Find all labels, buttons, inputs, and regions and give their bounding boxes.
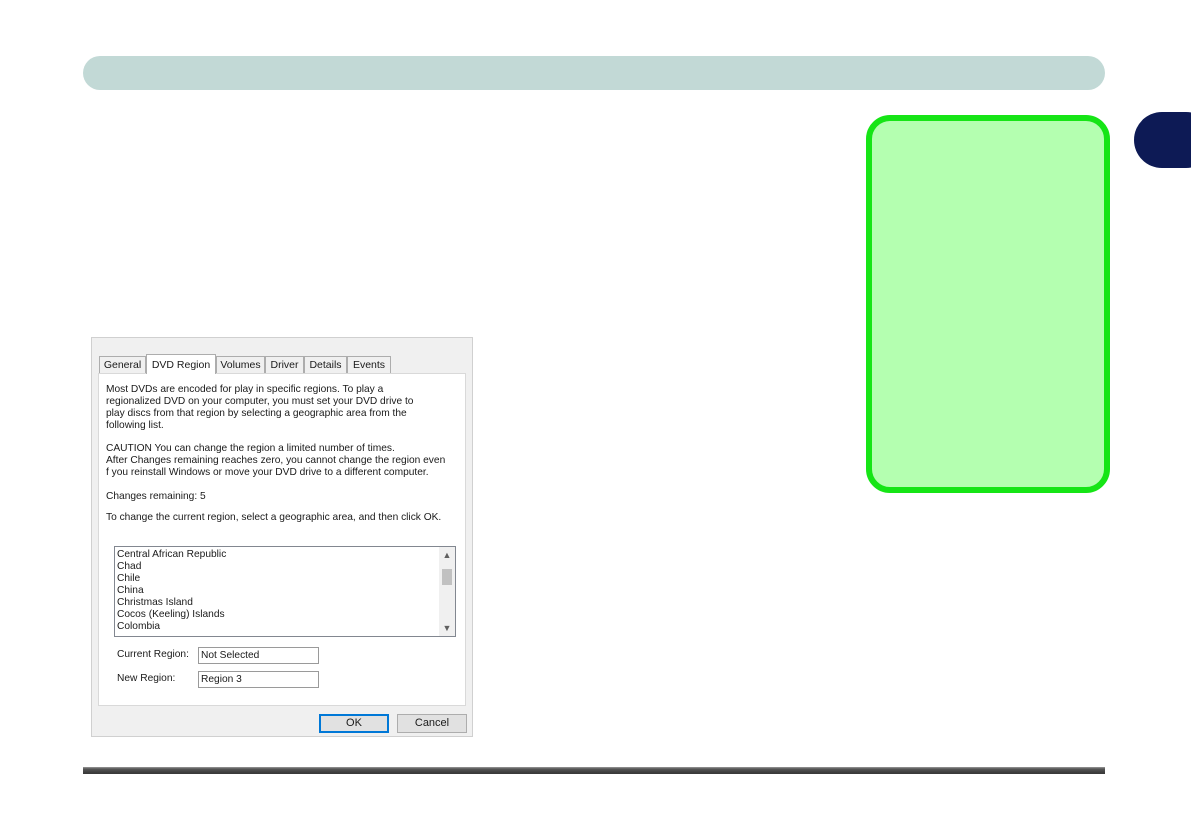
changes-remaining-text: Changes remaining: 5 [106,491,206,502]
tab-dvd-region[interactable]: DVD Region [146,354,216,374]
page-header-bar [83,56,1105,90]
dvd-properties-dialog: General DVD Region Volumes Driver Detail… [91,337,473,737]
region-listbox[interactable]: Central African Republic Chad Chile Chin… [114,546,456,637]
chevron-down-icon[interactable]: ▼ [439,620,455,636]
list-item[interactable]: Chad [117,561,226,573]
list-item[interactable]: Central African Republic [117,549,226,561]
dvd-region-panel: Most DVDs are encoded for play in specif… [98,373,466,706]
list-item[interactable]: Colombia [117,621,226,633]
list-item[interactable]: Cocos (Keeling) Islands [117,609,226,621]
instruction-text: To change the current region, select a g… [106,512,442,523]
list-item[interactable]: Chile [117,573,226,585]
scroll-thumb[interactable] [442,569,452,585]
new-region-field: Region 3 [198,671,319,688]
tab-driver[interactable]: Driver [265,356,304,373]
tab-volumes[interactable]: Volumes [216,356,265,373]
intro-text: Most DVDs are encoded for play in specif… [106,384,414,431]
caution-text: CAUTION You can change the region a limi… [106,443,446,478]
tab-details[interactable]: Details [304,356,347,373]
list-item[interactable]: Christmas Island [117,597,226,609]
cancel-button[interactable]: Cancel [397,714,467,733]
ok-button[interactable]: OK [319,714,389,733]
current-region-field: Not Selected [198,647,319,664]
dialog-title-fragment [92,338,472,341]
current-region-label: Current Region: [117,649,189,660]
tab-general[interactable]: General [99,356,146,373]
sidebar-note-box [866,115,1110,493]
footer-divider [83,767,1105,774]
chevron-up-icon[interactable]: ▲ [439,547,455,563]
chapter-tab [1134,112,1191,168]
list-scrollbar[interactable]: ▲ ▼ [439,547,455,636]
new-region-label: New Region: [117,673,176,684]
region-list: Central African Republic Chad Chile Chin… [117,549,226,633]
list-item[interactable]: China [117,585,226,597]
tab-events[interactable]: Events [347,356,391,373]
